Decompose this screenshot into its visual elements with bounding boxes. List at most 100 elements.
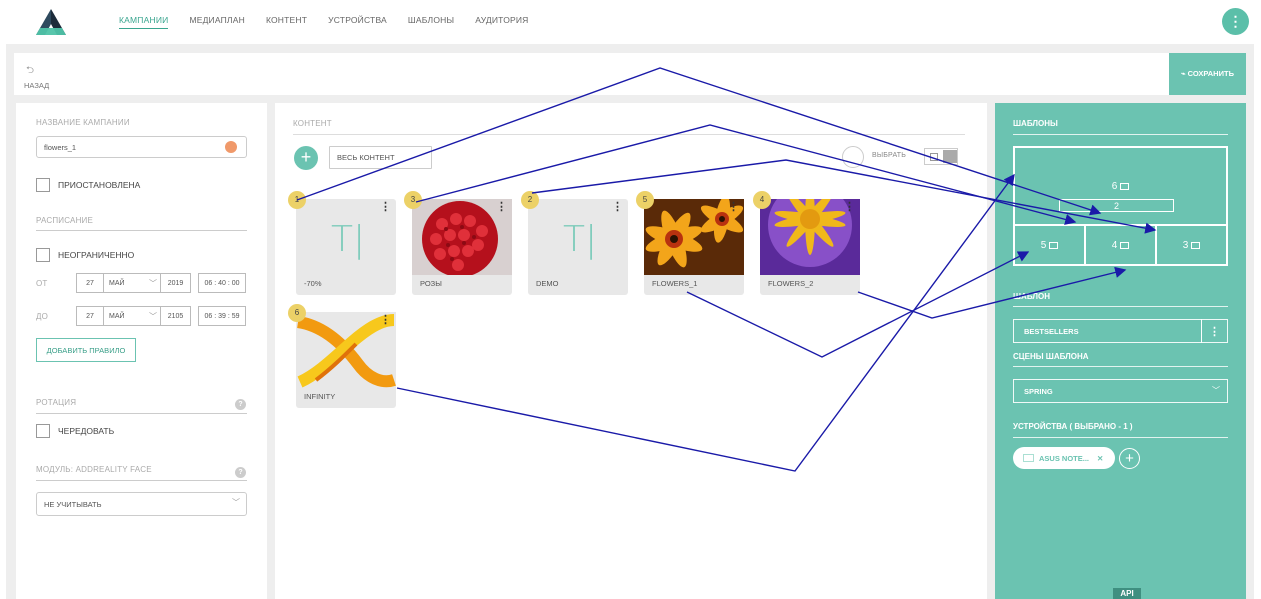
save-label: СОХРАНИТЬ <box>1187 69 1234 78</box>
paused-checkbox[interactable] <box>36 178 50 192</box>
module-label: МОДУЛЬ: ADDREALITY FACE <box>36 465 152 474</box>
main-nav: КАМПАНИИ МЕДИАПЛАН КОНТЕНТ УСТРОЙСТВА ША… <box>119 15 550 29</box>
back-arrow-icon: ⮌ <box>26 65 35 76</box>
content-tile[interactable]: ⋮ FLOWERS_2 <box>760 199 860 295</box>
select-label[interactable]: ВЫБРАТЬ <box>872 152 906 159</box>
templates-label: ШАБЛОНЫ <box>1013 119 1058 128</box>
to-label: ДО <box>36 312 49 321</box>
template-zone-2[interactable]: 2 <box>1059 199 1174 212</box>
help-icon[interactable]: ? <box>235 467 246 478</box>
from-month-value: МАЙ <box>109 279 125 287</box>
tile-name: FLOWERS_2 <box>768 279 814 288</box>
grid-view-icon[interactable] <box>930 153 938 161</box>
campaign-name-value: flowers_1 <box>44 142 77 152</box>
campaign-name-label: НАЗВАНИЕ КАМПАНИИ <box>36 118 130 127</box>
template-zone-3[interactable]: 3 <box>1155 224 1228 266</box>
device-chip[interactable]: ASUS NOTE... ✕ <box>1013 447 1115 469</box>
chevron-down-icon: ﹀ <box>149 279 157 288</box>
content-tile[interactable]: ⋮ INFINITY <box>296 312 396 408</box>
rotation-divider <box>36 413 247 414</box>
tile-menu-icon[interactable]: ⋮ <box>728 202 739 213</box>
template-zone-4[interactable]: 4 <box>1084 224 1157 266</box>
template-zone-6[interactable]: 6 <box>1013 146 1228 226</box>
add-rule-button[interactable]: ДОБАВИТЬ ПРАВИЛО <box>36 338 136 362</box>
zone-number: 4 <box>1111 239 1118 251</box>
order-badge: 6 <box>288 304 306 322</box>
order-badge: 4 <box>753 191 771 209</box>
back-button[interactable]: ⮌ НАЗАД <box>24 63 49 90</box>
logo-icon[interactable] <box>36 9 66 35</box>
zone-number: 2 <box>1113 200 1119 211</box>
content-tile[interactable]: T| ⋮ DEMO <box>528 199 628 295</box>
select-all-circle[interactable] <box>842 146 864 168</box>
unlimited-checkbox[interactable] <box>36 248 50 262</box>
from-day-input[interactable]: 27 <box>76 273 104 293</box>
campaign-name-input[interactable]: flowers_1 <box>36 136 247 158</box>
list-view-icon[interactable] <box>943 150 957 163</box>
campaign-settings-panel: НАЗВАНИЕ КАМПАНИИ flowers_1 ПРИОСТАНОВЛЕ… <box>16 103 267 599</box>
to-year-input[interactable]: 2105 <box>160 306 191 326</box>
template-value: BESTSELLERS <box>1024 326 1079 336</box>
tile-menu-icon[interactable]: ⋮ <box>844 202 855 213</box>
alternate-checkbox[interactable] <box>36 424 50 438</box>
order-badge: 2 <box>521 191 539 209</box>
device-chip-label: ASUS NOTE... <box>1039 453 1090 463</box>
nav-devices[interactable]: УСТРОЙСТВА <box>328 15 387 29</box>
chevron-down-icon: ﹀ <box>1212 386 1220 395</box>
schedule-label: РАСПИСАНИЕ <box>36 216 94 225</box>
module-select[interactable]: НЕ УЧИТЫВАТЬ <box>36 492 247 516</box>
tile-menu-icon[interactable]: ⋮ <box>380 202 391 213</box>
close-icon[interactable]: ✕ <box>1097 454 1103 463</box>
template-menu-button[interactable]: ⋮ <box>1201 319 1228 343</box>
chevron-down-icon: ﹀ <box>149 312 157 321</box>
device-icon <box>1023 454 1034 462</box>
zone-number: 6 <box>1111 180 1118 192</box>
view-toggle[interactable] <box>924 148 958 165</box>
unlimited-label: НЕОГРАНИЧЕННО <box>58 250 135 260</box>
content-filter-select[interactable]: ВЕСЬ КОНТЕНТ <box>329 146 432 169</box>
content-tile[interactable]: ⋮ РОЗЫ <box>412 199 512 295</box>
add-device-button[interactable]: + <box>1119 448 1140 469</box>
scene-value: SPRING <box>1024 386 1053 396</box>
template-divider <box>1013 306 1228 307</box>
content-divider <box>293 134 965 135</box>
nav-mediaplan[interactable]: МЕДИАПЛАН <box>189 15 245 29</box>
action-bar <box>14 53 1246 95</box>
tile-menu-icon[interactable]: ⋮ <box>380 315 391 326</box>
from-year-input[interactable]: 2019 <box>160 273 191 293</box>
nav-audience[interactable]: АУДИТОРИЯ <box>475 15 528 29</box>
tile-menu-icon[interactable]: ⋮ <box>496 202 507 213</box>
template-zone-5[interactable]: 5 <box>1013 224 1086 266</box>
zone-number: 3 <box>1182 239 1189 251</box>
chevron-down-icon: ﹀ <box>232 498 240 507</box>
nav-content[interactable]: КОНТЕНТ <box>266 15 307 29</box>
from-time-input[interactable]: 06 : 40 : 00 <box>198 273 246 293</box>
to-time-input[interactable]: 06 : 39 : 59 <box>198 306 246 326</box>
order-badge: 5 <box>636 191 654 209</box>
tile-name: DEMO <box>536 279 559 288</box>
image-icon <box>1120 182 1130 190</box>
tile-name: -70% <box>304 279 322 288</box>
content-tile[interactable]: ⋮ FLOWERS_1 <box>644 199 744 295</box>
scene-select[interactable]: SPRING <box>1013 379 1228 403</box>
to-month-value: МАЙ <box>109 312 125 320</box>
order-badge: 3 <box>404 191 422 209</box>
scenes-divider <box>1013 366 1228 367</box>
paused-label: ПРИОСТАНОВЛЕНА <box>58 180 141 190</box>
help-icon[interactable]: ? <box>235 399 246 410</box>
main-menu-button[interactable]: ⋮ <box>1222 8 1249 35</box>
tile-name: FLOWERS_1 <box>652 279 698 288</box>
nav-templates[interactable]: ШАБЛОНЫ <box>408 15 454 29</box>
template-select[interactable]: BESTSELLERS <box>1013 319 1202 343</box>
save-button[interactable]: ⌁ СОХРАНИТЬ <box>1169 53 1246 95</box>
scenes-label: СЦЕНЫ ШАБЛОНА <box>1013 352 1089 361</box>
add-content-button[interactable]: + <box>294 146 318 170</box>
content-filter-value: ВЕСЬ КОНТЕНТ <box>337 153 395 162</box>
tile-menu-icon[interactable]: ⋮ <box>612 202 623 213</box>
from-label: ОТ <box>36 279 48 288</box>
content-tile[interactable]: T| ⋮ -70% <box>296 199 396 295</box>
to-day-input[interactable]: 27 <box>76 306 104 326</box>
api-badge[interactable]: API <box>1113 588 1141 599</box>
campaign-color-dot[interactable] <box>225 141 237 153</box>
nav-campaigns[interactable]: КАМПАНИИ <box>119 15 169 29</box>
